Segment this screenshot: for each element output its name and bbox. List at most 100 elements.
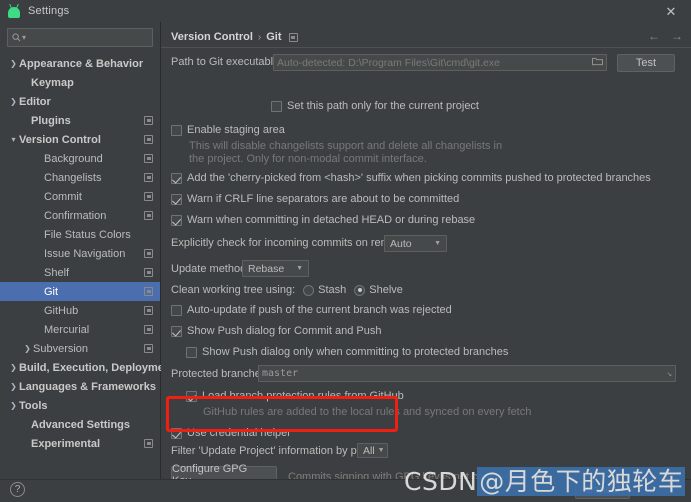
sidebar-item-commit[interactable]: ❯Commit xyxy=(0,187,160,206)
android-robot-icon xyxy=(7,3,21,18)
show-push-protected-row[interactable]: Show Push dialog only when committing to… xyxy=(186,346,508,358)
window-title: Settings xyxy=(28,5,70,17)
search-icon xyxy=(12,33,21,42)
project-scope-icon xyxy=(144,439,153,448)
sidebar-item-appearance-behavior[interactable]: ❯ Appearance & Behavior xyxy=(0,54,160,73)
sidebar-item-editor[interactable]: ❯ Editor xyxy=(0,92,160,111)
close-icon[interactable]: ✕ xyxy=(651,0,691,22)
sidebar-item-label: Version Control xyxy=(19,133,101,146)
incoming-commits-row: Explicitly check for incoming commits on… xyxy=(171,237,414,249)
chevron-down-icon: ▼ xyxy=(296,265,303,272)
sidebar-item-label: Plugins xyxy=(31,114,71,127)
sidebar-item-subversion[interactable]: ❯ Subversion xyxy=(0,339,160,358)
incoming-commits-select[interactable]: Auto ▼ xyxy=(384,235,447,252)
show-push-protected-label: Show Push dialog only when committing to… xyxy=(202,346,509,358)
warn-crlf-row[interactable]: Warn if CRLF line separators are about t… xyxy=(171,193,459,205)
cherry-picked-row[interactable]: Add the 'cherry-picked from <hash>' suff… xyxy=(171,172,651,184)
nav-arrows: ← → xyxy=(648,30,683,42)
show-push-protected-checkbox[interactable] xyxy=(186,346,197,358)
chevron-right-icon[interactable]: ❯ xyxy=(8,362,19,373)
enable-staging-hint-2: the project. Only for non-modal commit i… xyxy=(189,153,427,165)
enable-staging-hint-line2: the project. Only for non-modal commit i… xyxy=(189,153,427,165)
auto-update-row[interactable]: Auto-update if push of the current branc… xyxy=(171,304,452,316)
gpg-status-text: Commits signing with GPG key is not conf… xyxy=(288,471,524,479)
chevron-right-icon[interactable]: ❯ xyxy=(8,96,19,107)
chevron-down-icon: ▼ xyxy=(434,240,441,247)
sidebar-item-file-status-colors[interactable]: ❯File Status Colors xyxy=(0,225,160,244)
search-input[interactable] xyxy=(26,29,164,46)
sidebar-item-experimental[interactable]: ❯Experimental xyxy=(0,434,160,453)
filter-paths-select[interactable]: All ▼ xyxy=(357,443,388,458)
cherry-picked-checkbox[interactable] xyxy=(171,172,182,184)
configure-gpg-button[interactable]: Configure GPG Key... xyxy=(171,463,277,479)
sidebar-item-confirmation[interactable]: ❯Confirmation xyxy=(0,206,160,225)
sidebar-item-changelists[interactable]: ❯Changelists xyxy=(0,168,160,187)
sidebar-item-mercurial[interactable]: ❯Mercurial xyxy=(0,320,160,339)
filter-paths-row: Filter 'Update Project' information by p… xyxy=(171,445,381,457)
protected-branches-input[interactable]: master ↘ xyxy=(258,365,676,382)
sidebar-item-languages-frameworks[interactable]: ❯ Languages & Frameworks xyxy=(0,377,160,396)
use-credential-helper-checkbox[interactable] xyxy=(171,427,182,439)
sidebar-item-label: Git xyxy=(44,285,59,298)
warn-detached-row[interactable]: Warn when committing in detached HEAD or… xyxy=(171,214,475,226)
sidebar-item-keymap[interactable]: ❯Keymap xyxy=(0,73,160,92)
chevron-right-icon[interactable]: ❯ xyxy=(8,381,19,392)
sidebar-item-issue-navigation[interactable]: ❯Issue Navigation xyxy=(0,244,160,263)
search-box[interactable]: ▾ xyxy=(7,28,164,47)
search-wrapper: ▾ xyxy=(0,22,164,51)
auto-update-checkbox[interactable] xyxy=(171,304,182,316)
shelve-radio[interactable] xyxy=(354,284,366,296)
sidebar-item-tools[interactable]: ❯ Tools xyxy=(0,396,160,415)
sidebar-item-background[interactable]: ❯Background xyxy=(0,149,160,168)
chevron-down-icon: ▼ xyxy=(377,447,385,454)
sidebar-item-plugins[interactable]: ❯Plugins xyxy=(0,111,160,130)
set-path-only-checkbox[interactable] xyxy=(271,100,282,112)
sidebar-item-git[interactable]: ❯Git xyxy=(0,282,160,301)
expand-field-icon[interactable]: ↘ xyxy=(667,369,672,379)
breadcrumb: Version Control › Git xyxy=(171,31,298,43)
update-method-select[interactable]: Rebase ▼ xyxy=(242,260,309,277)
protected-branches-value: master xyxy=(262,368,299,379)
sidebar-item-github[interactable]: ❯GitHub xyxy=(0,301,160,320)
show-push-dialog-row[interactable]: Show Push dialog for Commit and Push xyxy=(171,325,381,337)
git-path-input[interactable]: Auto-detected: D:\Program Files\Git\cmd\… xyxy=(273,54,607,71)
sidebar-item-version-control[interactable]: ▾ Version Control xyxy=(0,130,160,149)
use-credential-helper-row[interactable]: Use credential helper xyxy=(171,427,291,439)
load-branch-rules-checkbox[interactable] xyxy=(186,390,197,402)
sidebar-item-label: Experimental xyxy=(31,437,101,450)
stash-radio[interactable] xyxy=(303,284,315,296)
shelve-label: Shelve xyxy=(369,284,403,296)
breadcrumb-root[interactable]: Version Control xyxy=(171,31,253,43)
folder-icon[interactable] xyxy=(592,57,603,69)
header-divider xyxy=(161,47,691,48)
chevron-down-icon[interactable]: ▾ xyxy=(8,134,19,145)
help-icon[interactable]: ? xyxy=(10,482,25,497)
show-push-dialog-checkbox[interactable] xyxy=(171,325,182,337)
sidebar-item-build-execution-deployment[interactable]: ❯ Build, Execution, Deployment xyxy=(0,358,174,377)
enable-staging-checkbox[interactable] xyxy=(171,124,182,136)
load-branch-rules-row[interactable]: Load branch protection rules from GitHub xyxy=(186,390,404,402)
arrow-left-icon[interactable]: ← xyxy=(648,30,660,42)
sidebar-item-advanced-settings[interactable]: ❯Advanced Settings xyxy=(0,415,160,434)
git-settings-panel: Version Control › Git ← → Path to Git ex… xyxy=(161,22,691,479)
warn-crlf-checkbox[interactable] xyxy=(171,193,182,205)
test-button[interactable]: Test xyxy=(617,54,675,72)
sidebar-item-label: Keymap xyxy=(31,76,74,89)
cancel-button[interactable]: Cancel xyxy=(575,481,630,499)
enable-staging-hint-1: This will disable changelists support an… xyxy=(189,140,502,152)
enable-staging-row[interactable]: Enable staging area xyxy=(171,124,285,136)
set-path-only-row[interactable]: Set this path only for the current proje… xyxy=(271,100,479,112)
footer-bar: ? Cancel xyxy=(0,479,691,502)
stash-label: Stash xyxy=(318,284,347,296)
sidebar-item-label: Advanced Settings xyxy=(31,418,131,431)
chevron-right-icon[interactable]: ❯ xyxy=(22,343,33,354)
sidebar-item-label: Commit xyxy=(44,190,82,203)
chevron-right-icon[interactable]: ❯ xyxy=(8,400,19,411)
sidebar-item-label: File Status Colors xyxy=(44,228,131,241)
warn-detached-checkbox[interactable] xyxy=(171,214,182,226)
arrow-right-icon[interactable]: → xyxy=(671,30,683,42)
gpg-status-row: Commits signing with GPG key is not conf… xyxy=(288,471,523,479)
settings-dialog: Settings ✕ ▾ ❯Appearance & Behavior❯Keym… xyxy=(0,0,691,502)
chevron-right-icon[interactable]: ❯ xyxy=(8,58,19,69)
sidebar-item-shelf[interactable]: ❯Shelf xyxy=(0,263,160,282)
